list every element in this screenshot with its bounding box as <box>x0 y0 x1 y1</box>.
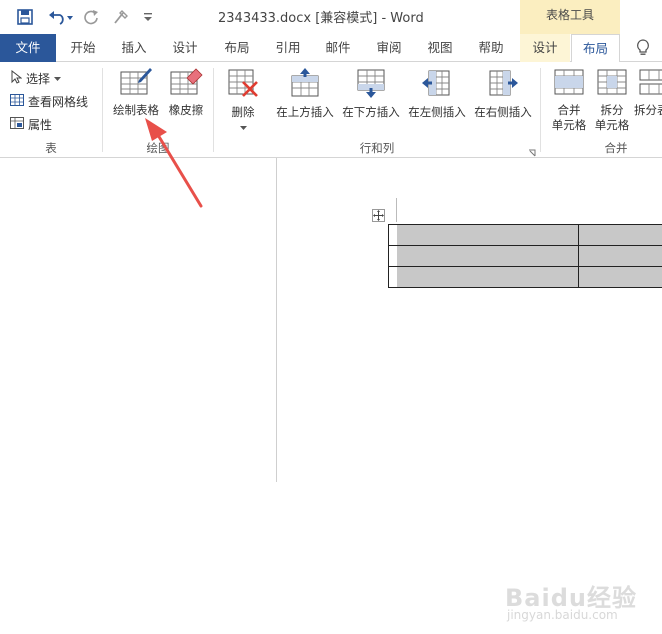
document-canvas[interactable]: Baidu经验 jingyan.baidu.com <box>0 158 662 622</box>
chevron-down-icon <box>222 120 264 135</box>
insert-below-label: 在下方插入 <box>342 105 400 119</box>
table-cell[interactable] <box>388 246 578 266</box>
tab-help[interactable]: 帮助 <box>466 34 516 62</box>
properties-label: 属性 <box>28 117 53 132</box>
group-label-table: 表 <box>45 141 57 155</box>
view-gridlines-button[interactable]: 查看网格线 <box>10 91 88 111</box>
view-gridlines-label: 查看网格线 <box>28 94 89 109</box>
eraser-icon <box>166 66 206 100</box>
group-label-merge: 合并 <box>604 141 628 155</box>
insert-right-label: 在右侧插入 <box>474 105 532 119</box>
select-label: 选择 <box>26 71 51 86</box>
merge-cells-icon <box>548 68 590 100</box>
insert-left-button[interactable]: 在左侧插入 <box>404 68 470 120</box>
watermark-sub-text: jingyan.baidu.com <box>507 608 618 622</box>
insert-below-icon <box>338 68 404 102</box>
group-label-rows-cols: 行和列 <box>359 141 395 155</box>
split-cells-button[interactable]: 拆分 单元格 <box>592 68 632 133</box>
tab-design[interactable]: 设计 <box>160 34 210 62</box>
group-separator <box>540 68 541 152</box>
undo-icon[interactable] <box>46 6 76 28</box>
eraser-label: 橡皮擦 <box>168 103 204 117</box>
eraser-button[interactable]: 橡皮擦 <box>166 66 206 118</box>
watermark: Baidu经验 jingyan.baidu.com <box>505 574 655 634</box>
tab-references[interactable]: 引用 <box>264 34 312 62</box>
tab-layout[interactable]: 布局 <box>212 34 262 62</box>
delete-label: 删除 <box>231 105 255 119</box>
table-row <box>388 246 662 267</box>
insert-left-icon <box>404 68 470 102</box>
draw-table-button[interactable]: 绘制表格 <box>108 66 164 118</box>
split-table-icon <box>634 68 662 100</box>
split-cells-label-1: 拆分 <box>600 103 624 117</box>
tab-insert[interactable]: 插入 <box>110 34 158 62</box>
table-row <box>388 267 662 288</box>
format-painter-icon[interactable] <box>110 6 132 28</box>
window-title: 2343433.docx [兼容模式] - Word <box>218 11 424 26</box>
group-label-draw: 绘图 <box>146 141 170 155</box>
table-tools-context-label: 表格工具 <box>520 0 620 34</box>
draw-table-icon <box>108 66 164 100</box>
table-cell[interactable] <box>578 225 662 245</box>
split-cells-icon <box>592 68 632 100</box>
gridlines-icon <box>10 93 24 109</box>
table-cell[interactable] <box>388 267 578 287</box>
insert-above-button[interactable]: 在上方插入 <box>272 68 338 120</box>
text-cursor <box>396 198 397 222</box>
merge-cells-label-1: 合并 <box>557 103 581 117</box>
lightbulb-icon[interactable] <box>630 34 656 62</box>
title-bar: 2343433.docx [兼容模式] - Word 表格工具 <box>0 0 662 34</box>
delete-table-icon <box>222 68 264 102</box>
insert-left-label: 在左侧插入 <box>408 105 466 119</box>
draw-table-label: 绘制表格 <box>113 103 159 117</box>
tab-table-layout[interactable]: 布局 <box>571 34 620 63</box>
ribbon-panel: 选择 查看网格线 属性 表 绘制表格 橡皮擦 绘图 删除 在上方插入 在下方插入… <box>0 62 662 158</box>
group-separator <box>102 68 103 152</box>
properties-button[interactable]: 属性 <box>10 114 52 134</box>
page-divider <box>276 158 277 482</box>
tab-home[interactable]: 开始 <box>58 34 108 62</box>
insert-right-icon <box>470 68 536 102</box>
insert-right-button[interactable]: 在右侧插入 <box>470 68 536 120</box>
merge-cells-button[interactable]: 合并 单元格 <box>548 68 590 133</box>
chevron-down-icon <box>54 71 62 85</box>
insert-below-button[interactable]: 在下方插入 <box>338 68 404 120</box>
tab-review[interactable]: 审阅 <box>364 34 414 62</box>
merge-cells-label-2: 单元格 <box>551 118 587 132</box>
redo-icon[interactable] <box>80 6 102 28</box>
tab-table-design[interactable]: 设计 <box>520 34 570 62</box>
table-move-handle-icon[interactable] <box>372 209 385 222</box>
document-table[interactable] <box>388 224 662 288</box>
table-cell[interactable] <box>578 246 662 266</box>
customize-qat-icon[interactable] <box>140 6 156 28</box>
split-table-button[interactable]: 拆分表 <box>634 68 662 118</box>
ribbon-tabs: 文件 开始 插入 设计 布局 引用 邮件 审阅 视图 帮助 设计 布局 <box>0 34 662 63</box>
tab-file[interactable]: 文件 <box>0 34 56 62</box>
tab-mailings[interactable]: 邮件 <box>314 34 362 62</box>
select-button[interactable]: 选择 <box>10 68 62 88</box>
insert-above-label: 在上方插入 <box>276 105 334 119</box>
split-cells-label-2: 单元格 <box>594 118 630 132</box>
insert-above-icon <box>272 68 338 102</box>
tab-view[interactable]: 视图 <box>416 34 464 62</box>
save-icon[interactable] <box>14 6 36 28</box>
split-table-label: 拆分表 <box>634 103 662 117</box>
delete-button[interactable]: 删除 <box>222 68 264 135</box>
table-cell[interactable] <box>388 225 578 245</box>
table-row <box>388 225 662 246</box>
table-cell[interactable] <box>578 267 662 287</box>
cursor-arrow-icon <box>10 69 23 87</box>
table-properties-icon <box>10 116 24 132</box>
